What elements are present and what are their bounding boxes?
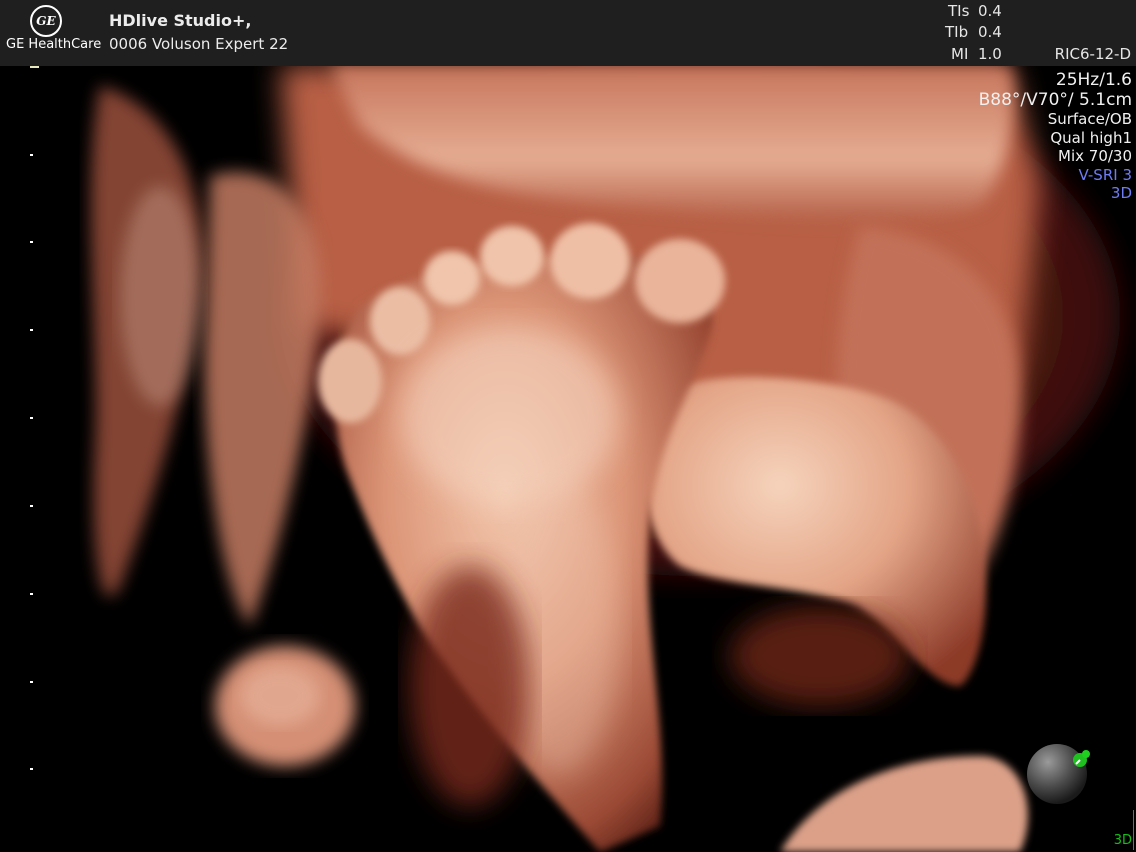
ultrasound-3d-render[interactable] <box>0 66 1136 852</box>
tib-value: 0.4 <box>978 23 1002 41</box>
sri-setting: V-SRI 3 <box>1078 165 1132 184</box>
depth-tick <box>30 329 33 331</box>
mix-setting: Mix 70/30 <box>1058 147 1132 165</box>
mi-value: 1.0 <box>978 45 1002 63</box>
mode-setting: 3D <box>1110 184 1132 202</box>
frame-rate: 25Hz/1.6 <box>1055 70 1132 90</box>
depth-tick <box>30 505 33 507</box>
depth-tick <box>30 417 33 419</box>
fetal-foot-render <box>90 66 1120 852</box>
depth-tick <box>30 681 33 683</box>
orientation-ball-icon[interactable] <box>1024 742 1090 806</box>
ge-logo: GE <box>30 5 62 37</box>
tis-label: TIs <box>948 2 970 20</box>
depth-tick <box>30 593 33 595</box>
quality-setting: Qual high1 <box>1050 128 1132 147</box>
logo-monogram: GE <box>36 14 56 28</box>
depth-marker <box>30 66 39 68</box>
depth-tick <box>30 241 33 243</box>
render-mode: Surface/OB <box>1047 110 1132 128</box>
probe-name: RIC6-12-D <box>1054 45 1131 63</box>
tib-label: TIb <box>945 23 969 41</box>
device-name: 0006 Voluson Expert 22 <box>109 35 289 53</box>
mi-label: MI <box>951 45 969 63</box>
mode-indicator: 3D <box>1113 833 1132 848</box>
volume-angles: B88°/V70°/ 5.1cm <box>978 90 1132 110</box>
header-bar: GE GE HealthCare HDlive Studio+, 0006 Vo… <box>0 0 1136 66</box>
depth-scale <box>0 66 40 852</box>
studio-title: HDlive Studio+, <box>109 11 252 30</box>
acquisition-parameters: 25Hz/1.6 B88°/V70°/ 5.1cm Surface/OB Qua… <box>979 70 1132 203</box>
tis-value: 0.4 <box>978 2 1002 20</box>
brand-name: GE HealthCare <box>6 37 102 52</box>
depth-tick <box>30 768 33 770</box>
depth-tick <box>30 154 33 156</box>
